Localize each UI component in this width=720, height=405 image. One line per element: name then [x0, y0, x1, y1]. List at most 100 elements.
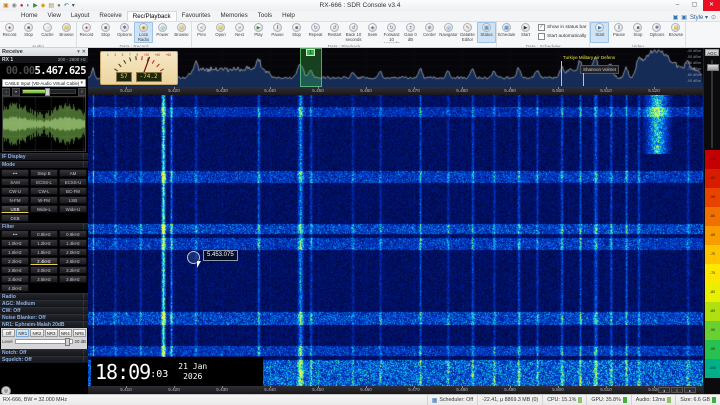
- filter-3-8khz[interactable]: 3.8kHz: [59, 275, 87, 283]
- nr-button-nr4[interactable]: NR4: [58, 329, 72, 337]
- nr-button-nr5[interactable]: NR5: [72, 329, 87, 337]
- minimize-button[interactable]: –: [669, 0, 686, 11]
- mode-sam[interactable]: SAM: [1, 178, 29, 186]
- app-menu-icon[interactable]: ▣: [3, 1, 9, 11]
- lock-icon[interactable]: ◉: [12, 1, 17, 11]
- browse-button[interactable]: ▤ Browse: [666, 22, 685, 43]
- section-cw[interactable]: CW: Off ⋮: [0, 307, 88, 314]
- filter-3-6khz[interactable]: 3.6kHz: [30, 275, 58, 283]
- favourite-icon[interactable]: ◆: [41, 1, 46, 11]
- agc-label[interactable]: AGC: [705, 49, 719, 56]
- spectrum-frequency-scale[interactable]: 5.410 5.420 5.430 5.440 5.450 5.460 5.470 5.480…: [88, 87, 703, 95]
- mode-n-fm[interactable]: N-FM: [1, 196, 29, 204]
- mode-usb[interactable]: USB: [1, 205, 29, 213]
- person-icon[interactable]: ●: [57, 1, 61, 11]
- mode-wide-u[interactable]: Wide-U: [59, 205, 87, 213]
- mode-bc-fm[interactable]: BC-FM: [59, 187, 87, 195]
- tab-help[interactable]: Help: [277, 11, 300, 21]
- browse-button[interactable]: ▤ Browse: [172, 22, 191, 43]
- mode-cw-u[interactable]: CW-U: [1, 187, 29, 195]
- nr-level-slider[interactable]: [14, 338, 73, 346]
- filter-2-8khz[interactable]: 2.8kHz: [1, 266, 29, 274]
- stop-button[interactable]: ■ Stop: [287, 22, 306, 43]
- waterfall-display[interactable]: [88, 95, 703, 386]
- section-filter[interactable]: Filter ⋮: [0, 223, 88, 230]
- restart-button[interactable]: ↺ Restart: [325, 22, 344, 43]
- mode-step-b[interactable]: Step B: [30, 169, 58, 177]
- start-automatically-checkbox[interactable]: Start automatically: [538, 33, 586, 40]
- status-button[interactable]: ▦ Status: [477, 22, 496, 43]
- undo-icon[interactable]: ↶: [64, 1, 69, 11]
- mute-icon[interactable]: ♪: [2, 87, 10, 96]
- filter-1-2khz[interactable]: 1.2kHz: [30, 239, 58, 247]
- start-button[interactable]: ▶ Start: [516, 22, 535, 43]
- filter-1-6khz[interactable]: 1.6kHz: [1, 248, 29, 256]
- section-radio[interactable]: Radio ⋮: [0, 293, 88, 300]
- schedule-button[interactable]: ▦ Schedule: [497, 22, 516, 43]
- style-selector[interactable]: Style ▾: [690, 14, 708, 21]
- mode-cw-l[interactable]: CW-L: [30, 187, 58, 195]
- open-button[interactable]: ▤ Open: [211, 22, 230, 43]
- folder-icon[interactable]: ▤: [48, 1, 54, 11]
- volume-slider[interactable]: [22, 88, 76, 96]
- mode-•••[interactable]: •••: [1, 169, 29, 177]
- tab-view[interactable]: View: [43, 11, 66, 21]
- stop-button[interactable]: ■ Stop: [96, 22, 115, 43]
- nr-button-nr3[interactable]: NR3: [44, 329, 58, 337]
- waterfall-menu-button[interactable]: ≡: [671, 387, 683, 393]
- pin-icon[interactable]: ▾: [77, 49, 80, 55]
- section-mode[interactable]: Mode ⋮: [0, 161, 88, 168]
- record-button[interactable]: ● Record: [77, 22, 96, 43]
- repeat-button[interactable]: ↻ Repeat: [306, 22, 325, 43]
- mode-lsb[interactable]: LSB: [59, 196, 87, 204]
- filter-2-4khz[interactable]: 2.4kHz: [30, 257, 58, 265]
- waterfall-frequency-scale[interactable]: 5.410 5.420 5.430 5.440 5.450 5.460 5.470 5.480…: [88, 386, 703, 394]
- close-button[interactable]: ✕: [703, 0, 720, 11]
- back-10-seconds-button[interactable]: ↺ Back 10 seconds: [344, 22, 363, 43]
- help-icon[interactable]: ⊙: [711, 14, 716, 21]
- browse-button[interactable]: ▤ Browse: [57, 22, 76, 43]
- section-notch[interactable]: Notch: Off ⋮: [0, 349, 88, 356]
- pause-button[interactable]: ‖ Pause: [609, 22, 628, 43]
- station-annotation[interactable]: Shannon Volmet: [580, 65, 620, 74]
- rx1-marker[interactable]: 1: [306, 49, 315, 56]
- dropdown-icon[interactable]: ▾: [72, 1, 75, 11]
- show-in-status-bar-checkbox[interactable]: ✓ Show in status bar: [538, 24, 586, 31]
- waterfall-next-button[interactable]: ▸: [684, 387, 696, 393]
- seek-button[interactable]: ◈ Seek: [363, 22, 382, 43]
- filter-2-2khz[interactable]: 2.2kHz: [1, 257, 29, 265]
- mode-am[interactable]: AM: [59, 169, 87, 177]
- maximize-button[interactable]: ▢: [686, 0, 703, 11]
- options-button[interactable]: ✱ Options: [115, 22, 134, 43]
- section-nr1[interactable]: NR1: Ephraim-Malah 20dB ⋮: [0, 321, 88, 328]
- filter-1-8khz[interactable]: 1.8kHz: [30, 248, 58, 256]
- mode-w-fm[interactable]: W-FM: [30, 196, 58, 204]
- filter-1-4khz[interactable]: 1.4kHz: [59, 239, 87, 247]
- nr-button-nr2[interactable]: NR2: [30, 329, 44, 337]
- frequency-display[interactable]: 00.00 5.467.625: [0, 63, 88, 78]
- lock-radio-button[interactable]: ◉ Lock Radio: [134, 22, 153, 43]
- section-agc[interactable]: AGC: Medium ⋮: [0, 300, 88, 307]
- pause-button[interactable]: ‖ Pause: [268, 22, 287, 43]
- panel-close-icon[interactable]: ✕: [82, 49, 86, 55]
- play-icon[interactable]: ▶: [33, 1, 38, 11]
- tab-tools[interactable]: Tools: [253, 11, 277, 21]
- tab-receive[interactable]: Receive: [94, 11, 126, 21]
- filter-3-0khz[interactable]: 3.0kHz: [30, 266, 58, 274]
- filter-•••[interactable]: •••: [1, 230, 29, 238]
- tab-rec-playback[interactable]: Rec/Playback: [126, 11, 177, 21]
- center-button[interactable]: ⊕ Center: [420, 22, 439, 43]
- forward-10-seconds-button[interactable]: ↻Forward 10 seconds: [382, 22, 401, 43]
- record-icon[interactable]: ●: [20, 1, 24, 11]
- agc-slider-thumb[interactable]: [707, 64, 719, 71]
- waterfall-prev-button[interactable]: ◂: [658, 387, 670, 393]
- gain-0-db-button[interactable]: ± Gain 0 dB: [401, 22, 420, 43]
- section-if-display[interactable]: IF Display ⋮: [0, 153, 88, 160]
- record-button[interactable]: ● Record: [0, 22, 19, 43]
- navigator-button[interactable]: ◎ Navigator: [439, 22, 458, 43]
- mode-dsb[interactable]: DSB: [1, 214, 29, 222]
- datafile-editor-button[interactable]: ✎ Datafile Editor: [458, 22, 477, 43]
- audio-more-icon[interactable]: ≡: [78, 87, 86, 96]
- filter-2-6khz[interactable]: 2.6kHz: [59, 257, 87, 265]
- mode-ecss-l[interactable]: ECSS-L: [30, 178, 58, 186]
